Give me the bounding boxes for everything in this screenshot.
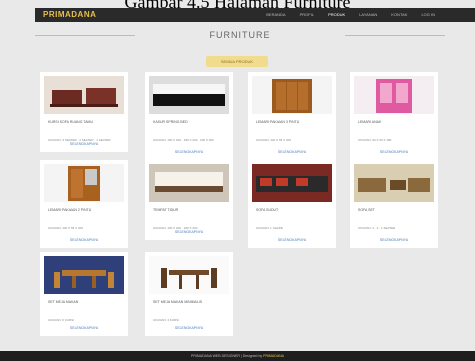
product-card[interactable]: SET MEJA MAKAN MINIMALIS UKURAN: 4 KURSI… [145,252,233,336]
title-divider-right [345,35,445,36]
product-spec: UKURAN: 3 · 2 · 1 SEATER [358,226,396,230]
detail-link[interactable]: SELENGKAPNYA [145,150,233,154]
sofa-set-image [354,164,434,202]
product-name: SET MEJA MAKAN [48,300,79,304]
product-card[interactable]: LEMARI ANAK UKURAN: 90 X 50 X 180 SELENG… [350,72,438,160]
detail-link[interactable]: SELENGKAPNYA [248,150,336,154]
detail-link[interactable]: SELENGKAPNYA [40,142,128,146]
product-card[interactable]: LEMARI PAKAIAN 2 PINTU UKURAN: 100 X 55 … [40,160,128,248]
detail-link[interactable]: SELENGKAPNYA [350,238,438,242]
bed-image [149,164,229,202]
detail-link[interactable]: SELENGKAPNYA [248,238,336,242]
page-title-row: FURNITURE [35,28,445,44]
sofa-image [44,76,124,114]
mattress-image [149,76,229,114]
product-card[interactable]: SOFA SET UKURAN: 3 · 2 · 1 SEATER SELENG… [350,160,438,248]
filter-button[interactable]: SEMUA PRODUK [206,56,268,67]
product-name: SET MEJA MAKAN MINIMALIS [153,300,203,304]
product-name: KASUR SPRING BED [153,120,188,124]
product-spec: UKURAN: 6 KURSI [48,318,75,322]
wardrobe-image [44,164,124,202]
footer-author[interactable]: PRIMADANA [263,354,284,358]
product-spec: UKURAN: 160 X 200 · 180 X 200 · 200 X 20… [153,138,214,142]
product-card[interactable]: KURSI SOFA RUANG TAMU UKURAN: 3 SEATER ·… [40,72,128,152]
product-card[interactable]: SOFA SUDUT UKURAN: L SHAPE SELENGKAPNYA [248,160,336,248]
product-card[interactable]: TEMPAT TIDUR UKURAN: 160 X 200 · 180 X 2… [145,160,233,240]
detail-link[interactable]: SELENGKAPNYA [145,326,233,330]
product-spec: UKURAN: 100 X 55 X 200 [48,226,84,230]
detail-link[interactable]: SELENGKAPNYA [350,150,438,154]
figure-caption: Gambar 4.5 Halaman Furniture [124,0,351,12]
product-spec: UKURAN: 120 X 55 X 200 [256,138,292,142]
product-spec: UKURAN: L SHAPE [256,226,283,230]
detail-link[interactable]: SELENGKAPNYA [40,326,128,330]
product-spec: UKURAN: 4 KURSI [153,318,180,322]
product-card[interactable]: KASUR SPRING BED UKURAN: 160 X 200 · 180… [145,72,233,160]
footer-text: PRIMADANA WEB DESIGNER | Designed by PRI… [0,354,475,358]
detail-link[interactable]: SELENGKAPNYA [145,230,233,234]
dining-set-image [149,256,229,294]
corner-sofa-image [252,164,332,202]
detail-link[interactable]: SELENGKAPNYA [40,238,128,242]
product-name: LEMARI PAKAIAN 3 PINTU [256,120,300,124]
dining-set-image [44,256,124,294]
footer-prefix: PRIMADANA WEB DESIGNER | Designed by [191,354,263,358]
product-name: LEMARI ANAK [358,120,382,124]
product-name: SOFA SET [358,208,375,212]
product-name: KURSI SOFA RUANG TAMU [48,120,93,124]
footer: PRIMADANA WEB DESIGNER | Designed by PRI… [0,351,475,361]
product-card[interactable]: SET MEJA MAKAN UKURAN: 6 KURSI SELENGKAP… [40,252,128,336]
product-name: TEMPAT TIDUR [153,208,179,212]
product-name: SOFA SUDUT [256,208,279,212]
product-card[interactable]: LEMARI PAKAIAN 3 PINTU UKURAN: 120 X 55 … [248,72,336,160]
product-name: LEMARI PAKAIAN 2 PINTU [48,208,92,212]
kids-wardrobe-image [354,76,434,114]
product-spec: UKURAN: 90 X 50 X 180 [358,138,392,142]
wardrobe-image [252,76,332,114]
